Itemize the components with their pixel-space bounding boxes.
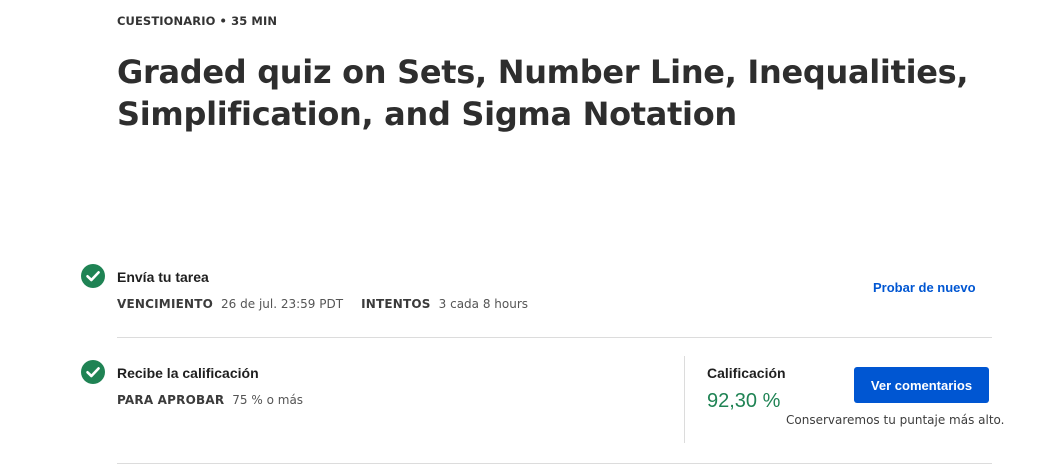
step-grade-title: Recibe la calificación — [117, 365, 259, 381]
page-title: Graded quiz on Sets, Number Line, Inequa… — [117, 53, 969, 133]
attempts-value: 3 cada 8 hours — [438, 297, 529, 311]
view-feedback-button[interactable]: Ver comentarios — [854, 367, 989, 403]
grade-divider — [684, 356, 685, 443]
step-submit-meta: VENCIMIENTO 26 de jul. 23:59 PDT INTENTO… — [117, 297, 528, 311]
due-value: 26 de jul. 23:59 PDT — [221, 297, 344, 311]
pass-label: PARA APROBAR — [117, 393, 225, 407]
step-submit-title: Envía tu tarea — [117, 269, 209, 285]
step-grade-meta: PARA APROBAR 75 % o más — [117, 393, 303, 407]
retry-link[interactable]: Probar de nuevo — [873, 280, 976, 295]
grade-value: 92,30 % — [707, 390, 781, 412]
attempts-label: INTENTOS — [361, 297, 431, 311]
quiz-eyebrow: CUESTIONARIO • 35 MIN — [117, 14, 278, 28]
pass-value: 75 % o más — [232, 393, 304, 407]
highest-score-note: Conservaremos tu puntaje más alto. — [786, 413, 1005, 427]
check-circle-icon — [81, 264, 105, 288]
quiz-page: CUESTIONARIO • 35 MIN Graded quiz on Set… — [0, 0, 1043, 472]
check-circle-icon — [81, 360, 105, 384]
due-label: VENCIMIENTO — [117, 297, 214, 311]
section-divider — [117, 463, 992, 464]
section-divider — [117, 337, 992, 338]
grade-label: Calificación — [707, 365, 786, 381]
